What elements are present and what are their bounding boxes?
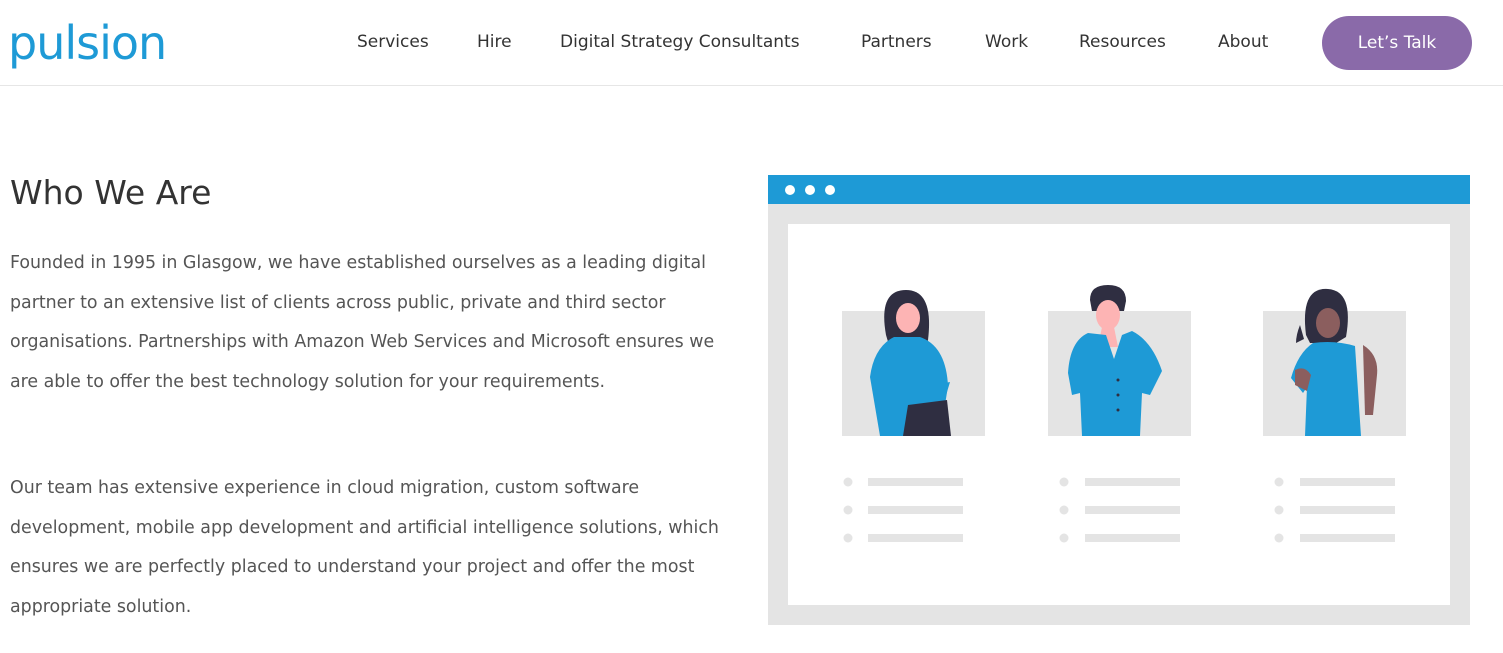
intro-paragraph: Founded in 1995 in Glasgow, we have esta… <box>10 253 715 392</box>
team-member-card-1 <box>842 290 985 436</box>
nav-item-digital-strategy-consultants[interactable]: Digital Strategy Consultants <box>560 31 800 53</box>
nav-item-about[interactable]: About <box>1218 31 1268 53</box>
window-dot-icon <box>805 185 815 195</box>
page-title: Who We Are <box>10 173 212 212</box>
nav-item-work[interactable]: Work <box>985 31 1028 53</box>
window-dot-icon <box>785 185 795 195</box>
team-illustration <box>768 175 1470 625</box>
window-dot-icon <box>825 185 835 195</box>
nav-item-partners[interactable]: Partners <box>861 31 932 53</box>
lets-talk-button[interactable]: Let’s Talk <box>1322 16 1472 70</box>
nav-item-hire[interactable]: Hire <box>477 31 512 53</box>
pulsion-logo[interactable]: pulsion <box>8 20 167 66</box>
nav-item-services[interactable]: Services <box>357 31 429 53</box>
browser-title-bar <box>768 175 1470 204</box>
site-header: pulsion Services Hire Digital Strategy C… <box>0 0 1503 86</box>
nav-item-resources[interactable]: Resources <box>1079 31 1166 53</box>
team-paragraph: Our team has extensive experience in clo… <box>10 478 719 617</box>
